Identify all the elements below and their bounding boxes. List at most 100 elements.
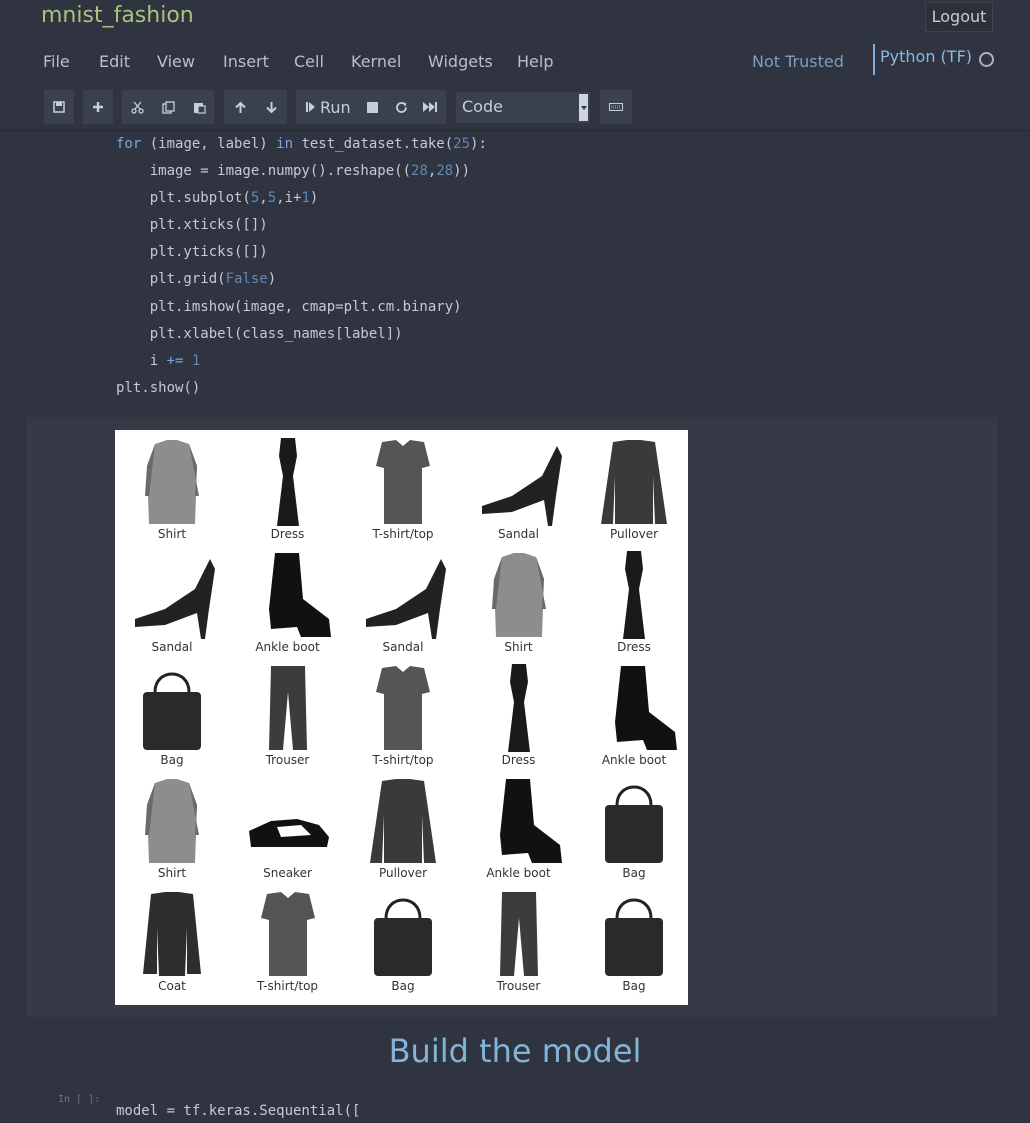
fashion-item-20: Bag: [577, 769, 691, 882]
notebook-header: mnist_fashion Logout File Edit View Inse…: [0, 0, 1030, 131]
code-line: i += 1: [116, 353, 201, 369]
fashion-label: Pullover: [609, 527, 659, 541]
code-line: plt.show(): [116, 380, 201, 396]
code-line: plt.imshow(image, cmap=plt.cm.binary): [116, 299, 462, 315]
menu-widgets[interactable]: Widgets: [428, 52, 493, 71]
menu-help[interactable]: Help: [517, 52, 553, 71]
chevron-down-icon: [579, 94, 588, 121]
fashion-label: Bag: [391, 979, 415, 993]
fashion-label: Pullover: [378, 866, 428, 880]
move-up-icon[interactable]: [225, 90, 255, 124]
stop-icon[interactable]: [357, 90, 387, 124]
code-token: in: [276, 136, 294, 152]
keyboard-icon[interactable]: [601, 90, 631, 124]
menu-kernel[interactable]: Kernel: [351, 52, 401, 71]
code-token: 1: [301, 190, 310, 206]
menu-insert[interactable]: Insert: [223, 52, 269, 71]
code-line: plt.grid(False): [116, 271, 277, 287]
code-line: for (image, label) in test_dataset.take(…: [116, 136, 487, 152]
fashion-label: Dress: [270, 527, 305, 541]
copy-icon[interactable]: [153, 90, 183, 124]
fashion-item-22: T-shirt/top: [231, 882, 345, 995]
fashion-label: Sandal: [151, 640, 193, 654]
run-label: Run: [320, 97, 351, 117]
section-heading: Build the model: [388, 1032, 642, 1070]
cell-type-value: Code: [462, 97, 503, 116]
fashion-item-25: Bag: [577, 882, 691, 995]
add-cell-icon[interactable]: [83, 90, 113, 124]
code-token: for: [116, 136, 142, 152]
fashion-thumbnail: [260, 892, 315, 976]
run-button[interactable]: Run: [298, 90, 356, 124]
fashion-label: Shirt: [504, 640, 533, 654]
fashion-item-15: Ankle boot: [577, 656, 691, 769]
code-token: 5: [267, 190, 277, 206]
code-line: plt.subplot(5,5,i+1): [116, 190, 319, 206]
fashion-item-24: Trouser: [462, 882, 576, 995]
code-token: 28: [436, 163, 454, 179]
menu-cell[interactable]: Cell: [294, 52, 324, 71]
fashion-thumbnail: [276, 438, 299, 526]
fashion-item-1: Shirt: [115, 430, 229, 543]
fashion-thumbnail: [248, 819, 329, 847]
fashion-thumbnail: [145, 440, 199, 524]
fashion-item-14: Dress: [462, 656, 576, 769]
kernel-status-icon: [979, 52, 994, 67]
fashion-thumbnail: [601, 440, 667, 524]
fashion-item-6: Sandal: [115, 543, 229, 656]
fashion-thumbnail: [376, 440, 430, 524]
fashion-label: Dress: [617, 640, 651, 654]
save-icon[interactable]: [44, 90, 74, 124]
fashion-thumbnail: [605, 898, 663, 976]
fashion-thumbnail: [615, 666, 677, 750]
code-line: image = image.numpy().reshape((28,28)): [116, 163, 471, 179]
fashion-item-12: Trouser: [231, 656, 345, 769]
cut-icon[interactable]: [122, 90, 152, 124]
notebook-title[interactable]: mnist_fashion: [41, 3, 194, 28]
menu-bar: File Edit View Insert Cell Kernel Widget…: [0, 44, 760, 80]
fashion-label: Shirt: [157, 527, 187, 541]
move-down-icon[interactable]: [256, 90, 286, 124]
code-token: 1: [191, 353, 201, 369]
fashion-label: Sandal: [382, 640, 424, 654]
fashion-item-7: Ankle boot: [231, 543, 345, 656]
fashion-thumbnail: [370, 779, 436, 863]
fashion-thumbnail: [499, 779, 562, 863]
fashion-label: Shirt: [157, 866, 187, 880]
fashion-label: Ankle boot: [486, 866, 551, 880]
fashion-thumbnail: [143, 892, 201, 976]
code-token: 5: [250, 190, 260, 206]
fashion-thumbnail: [481, 446, 562, 526]
fashion-label: Trouser: [496, 979, 541, 993]
fashion-item-8: Sandal: [346, 543, 460, 656]
fashion-item-5: Pullover: [577, 430, 691, 543]
fashion-thumbnail: [268, 553, 331, 637]
fashion-label: Bag: [622, 866, 646, 880]
code-token: 25: [453, 136, 471, 152]
fashion-label: Sandal: [498, 527, 539, 541]
fashion-thumbnail: [491, 553, 546, 637]
kernel-divider: [873, 44, 875, 75]
fashion-item-19: Ankle boot: [462, 769, 576, 882]
paste-icon[interactable]: [184, 90, 214, 124]
fashion-item-4: Sandal: [462, 430, 576, 543]
fashion-thumbnail: [499, 892, 538, 976]
trust-status[interactable]: Not Trusted: [752, 52, 844, 71]
fashion-thumbnail: [366, 559, 446, 639]
cell-type-select[interactable]: Code: [456, 92, 590, 123]
fashion-item-23: Bag: [346, 882, 460, 995]
restart-icon[interactable]: [386, 90, 416, 124]
code-token: 28: [411, 163, 428, 179]
menu-view[interactable]: View: [157, 52, 195, 71]
fashion-label: Sneaker: [263, 866, 312, 880]
fast-forward-icon[interactable]: [415, 90, 445, 124]
code-line[interactable]: model = tf.keras.Sequential([: [116, 1103, 360, 1119]
kernel-name[interactable]: Python (TF): [880, 47, 972, 66]
menu-file[interactable]: File: [43, 52, 70, 71]
logout-button[interactable]: Logout: [925, 2, 993, 32]
fashion-thumbnail: [374, 898, 432, 976]
code-line: plt.xticks([]): [116, 217, 268, 233]
menu-edit[interactable]: Edit: [99, 52, 130, 71]
input-prompt: In [ ]:: [58, 1094, 101, 1105]
fashion-thumbnail: [135, 559, 215, 639]
